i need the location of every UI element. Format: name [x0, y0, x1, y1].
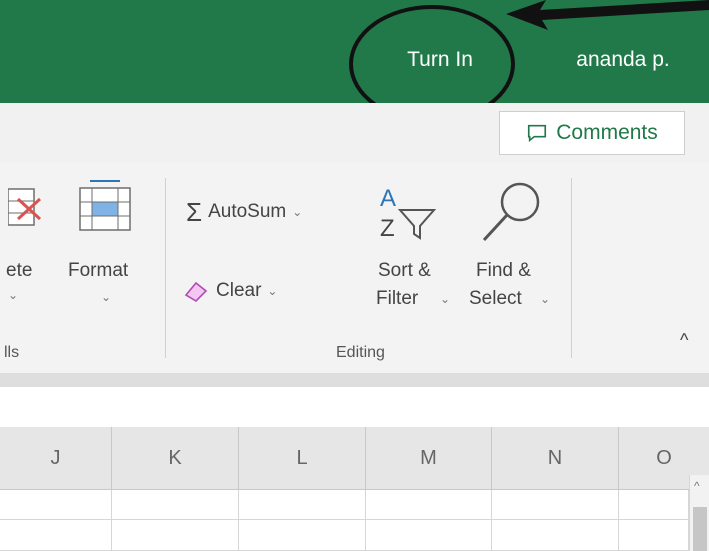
find-select-label-1[interactable]: Find & — [476, 260, 531, 282]
grid-cell[interactable] — [112, 490, 239, 520]
grid-cell[interactable] — [366, 520, 492, 551]
scrollbar-thumb[interactable] — [693, 507, 707, 551]
grid-cell[interactable] — [492, 520, 619, 551]
clear-chevron-icon[interactable]: ⌄ — [267, 284, 277, 298]
clear-label: Clear — [216, 280, 262, 301]
editing-group-label: Editing — [336, 344, 385, 361]
sort-filter-chevron-icon[interactable]: ⌄ — [440, 292, 450, 306]
formula-area — [0, 387, 709, 427]
sort-filter-label-1[interactable]: Sort & — [378, 260, 431, 282]
cell-grid — [0, 490, 689, 551]
column-header-m[interactable]: M — [366, 427, 492, 490]
format-icon[interactable] — [76, 178, 136, 234]
grid-cell[interactable] — [366, 490, 492, 520]
user-account[interactable]: ananda p. — [548, 40, 698, 80]
format-label[interactable]: Format — [68, 260, 128, 282]
sort-filter-label-2[interactable]: Filter — [376, 288, 418, 310]
find-icon[interactable] — [478, 180, 544, 244]
grid-cell[interactable] — [619, 520, 689, 551]
grid-cell[interactable] — [239, 490, 366, 520]
grid-cell[interactable] — [112, 520, 239, 551]
svg-text:Z: Z — [380, 215, 395, 242]
comments-label: Comments — [556, 121, 658, 144]
column-header-l[interactable]: L — [239, 427, 366, 490]
delete-label: ete — [6, 260, 33, 281]
group-separator-2 — [571, 178, 572, 358]
comment-icon — [528, 124, 547, 143]
grid-cell[interactable] — [492, 490, 619, 520]
grid-cell[interactable] — [239, 520, 366, 551]
grid-cell[interactable] — [0, 490, 112, 520]
scroll-up-icon[interactable]: ^ — [694, 479, 700, 493]
find-select-chevron-icon[interactable]: ⌄ — [540, 292, 550, 306]
vertical-scrollbar[interactable]: ^ — [689, 475, 709, 551]
column-header-bar: J K L M N O — [0, 427, 709, 490]
find-select-label-2[interactable]: Select — [469, 288, 522, 310]
delete-icon[interactable] — [8, 187, 44, 229]
eraser-icon — [184, 281, 208, 303]
autosum-chevron-icon[interactable]: ⌄ — [292, 205, 302, 219]
column-header-k[interactable]: K — [112, 427, 239, 490]
clear-button[interactable]: Clear ⌄ — [182, 273, 277, 309]
turn-in-button[interactable]: Turn In — [380, 40, 500, 80]
sigma-icon: Σ — [186, 196, 203, 227]
format-chevron-icon[interactable]: ⌄ — [101, 290, 111, 304]
collapse-ribbon-icon[interactable]: ^ — [680, 330, 688, 351]
delete-chevron-icon[interactable]: ⌄ — [8, 288, 18, 302]
comments-button[interactable]: Comments — [499, 111, 685, 155]
autosum-button[interactable]: Σ AutoSum ⌄ — [186, 196, 302, 228]
cells-group-label: lls — [4, 344, 20, 361]
column-header-n[interactable]: N — [492, 427, 619, 490]
column-header-j[interactable]: J — [0, 427, 112, 490]
grid-cell[interactable] — [0, 520, 112, 551]
grid-cell[interactable] — [619, 490, 689, 520]
sort-filter-icon[interactable]: A Z — [376, 180, 440, 242]
ribbon-bottom-border — [0, 373, 709, 387]
autosum-label: AutoSum — [208, 201, 287, 222]
svg-text:A: A — [380, 185, 396, 212]
group-separator — [165, 178, 166, 358]
